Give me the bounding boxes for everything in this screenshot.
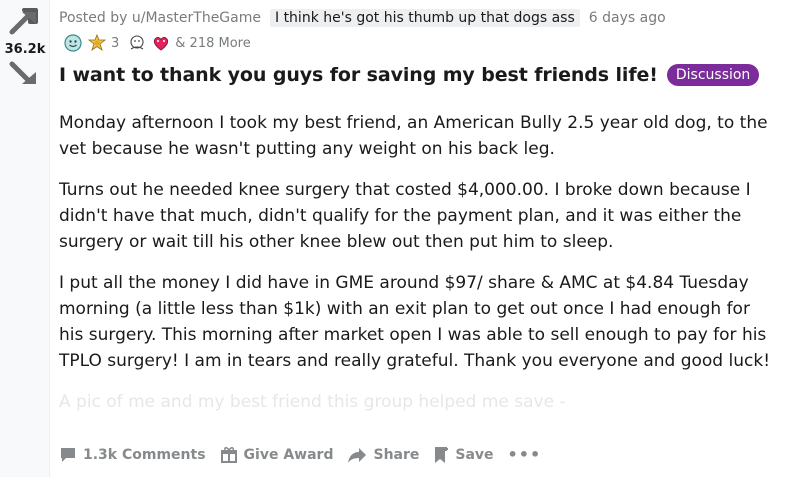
more-options-icon: ••• — [507, 445, 542, 464]
awards-row[interactable]: 3 & 218 More — [63, 33, 251, 53]
comments-label: 1.3k Comments — [83, 446, 206, 463]
share-icon — [348, 447, 367, 463]
downvote-arrow-icon[interactable] — [8, 60, 40, 88]
share-label: Share — [373, 446, 420, 463]
post-body: Monday afternoon I took my best friend, … — [59, 110, 771, 430]
post-title[interactable]: I want to thank you guys for saving my b… — [59, 64, 658, 86]
comment-icon — [61, 447, 75, 462]
post-paragraph: A pic of me and my best friend this grou… — [59, 392, 566, 412]
post-paragraph: Turns out he needed knee surgery that co… — [59, 180, 751, 252]
post-container: Posted by u/MasterTheGame I think he's g… — [59, 0, 800, 477]
award-heart-icon — [154, 37, 169, 51]
award-count: 3 — [111, 35, 120, 51]
title-row: I want to thank you guys for saving my b… — [59, 64, 760, 86]
user-flair: I think he's got his thumb up that dogs … — [269, 9, 580, 27]
upvote-arrow-icon[interactable] — [8, 8, 40, 36]
post-paragraph: Monday afternoon I took my best friend, … — [59, 113, 768, 159]
post-meta: Posted by u/MasterTheGame I think he's g… — [59, 9, 666, 27]
save-button[interactable]: Save — [433, 446, 494, 464]
award-wholesome-icon — [130, 35, 144, 50]
more-options-button[interactable]: ••• — [508, 445, 542, 464]
vote-score: 36.2k — [4, 42, 46, 57]
more-awards-label[interactable]: & 218 More — [175, 36, 250, 51]
award-helpful-icon — [64, 34, 82, 52]
bookmark-icon — [435, 446, 449, 463]
post-flair[interactable]: Discussion — [666, 64, 760, 86]
give-award-button[interactable]: Give Award — [220, 446, 334, 464]
vote-rail: 36.2k — [0, 0, 50, 477]
comments-button[interactable]: 1.3k Comments — [59, 446, 206, 464]
post-author[interactable]: Posted by u/MasterTheGame — [59, 10, 261, 26]
post-time[interactable]: 6 days ago — [589, 10, 666, 26]
save-label: Save — [455, 446, 494, 463]
award-gold-icon — [87, 33, 107, 52]
post-paragraph: I put all the money I did have in GME ar… — [59, 273, 771, 371]
share-button[interactable]: Share — [347, 446, 419, 464]
post-actions: 1.3k Comments Give Award Share Save ••• — [59, 445, 555, 464]
gift-icon — [220, 446, 237, 463]
give-award-label: Give Award — [243, 446, 334, 463]
